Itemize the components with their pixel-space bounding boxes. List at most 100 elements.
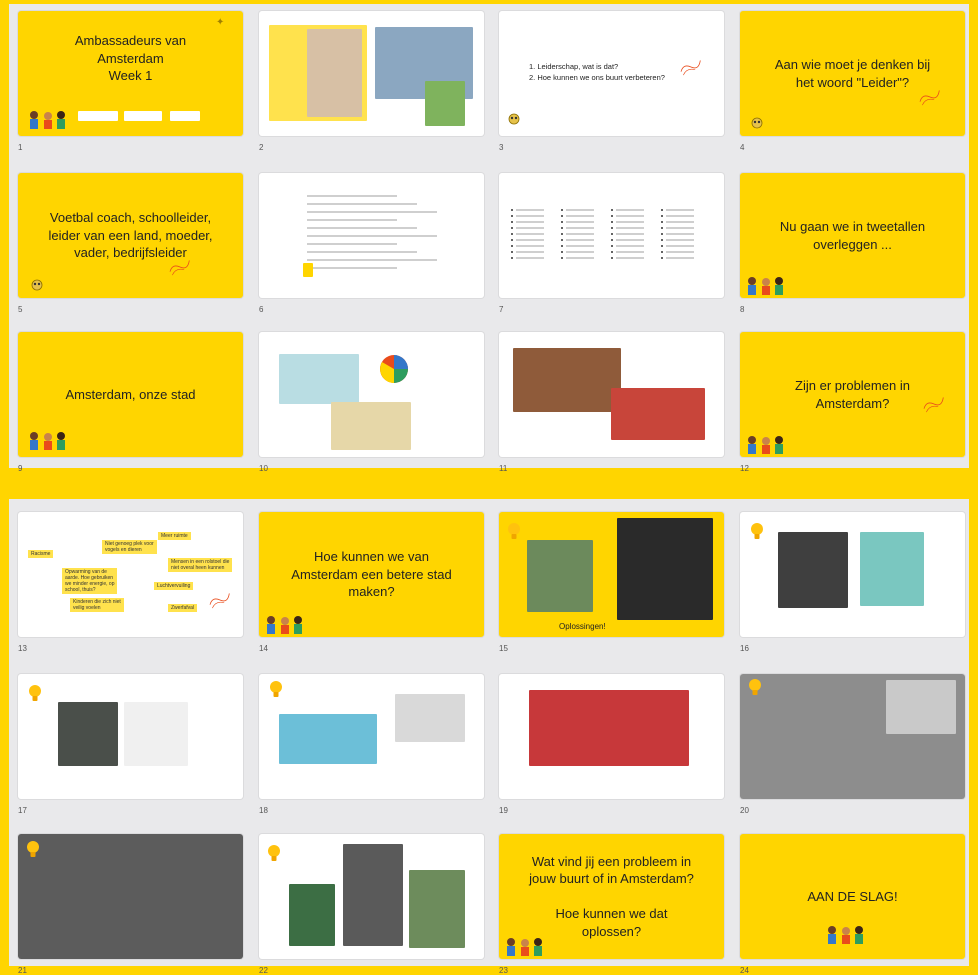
bullet-point xyxy=(511,245,513,247)
bullet-point xyxy=(561,215,563,217)
slide-number: 15 xyxy=(499,644,508,653)
slide-title: Voetbal coach, schoolleider, leider van … xyxy=(48,210,213,261)
slide-thumbnail-8[interactable]: Nu gaan we in tweetallen overleggen ... xyxy=(740,173,965,298)
kids-illustration xyxy=(744,273,786,298)
bullet-point xyxy=(611,227,613,229)
slide-number: 13 xyxy=(18,644,27,653)
slide-thumbnail-7[interactable] xyxy=(499,173,724,298)
bullet-point xyxy=(561,233,563,235)
list-item: 2. Hoe kunnen we ons buurt verbeteren? xyxy=(529,73,665,83)
partner-logo xyxy=(124,111,162,121)
partner-logo xyxy=(78,111,118,121)
slide-thumbnail-24[interactable]: AAN DE SLAG! xyxy=(740,834,965,959)
bullet-point xyxy=(661,251,663,253)
slide-thumbnail-13[interactable]: Meer ruimte Niet genoeg plek voor vogels … xyxy=(18,512,243,637)
slide-thumbnail-9[interactable]: Amsterdam, onze stad xyxy=(18,332,243,457)
map-illustration xyxy=(279,354,359,404)
slide-thumbnail-16[interactable] xyxy=(740,512,965,637)
bullet-point xyxy=(661,239,663,241)
slide-number: 24 xyxy=(740,966,749,975)
slide-thumbnail-12[interactable]: Zijn er problemen in Amsterdam? xyxy=(740,332,965,457)
list-line xyxy=(666,257,694,259)
list-item: 1. Leiderschap, wat is dat? xyxy=(529,62,619,71)
slide-thumbnail-22[interactable] xyxy=(259,834,484,959)
form-line xyxy=(307,259,437,261)
slide-thumbnail-21[interactable] xyxy=(18,834,243,959)
handwritten-note xyxy=(206,588,234,611)
bullet-point xyxy=(611,221,613,223)
letters-board-photo xyxy=(529,690,689,766)
owl-mascot-icon xyxy=(30,277,44,294)
slide-number: 23 xyxy=(499,966,508,975)
slide-number: 17 xyxy=(18,806,27,815)
artwork-photo xyxy=(860,532,924,606)
lightbulb-icon xyxy=(748,678,762,703)
slide-number: 14 xyxy=(259,644,268,653)
slide-thumbnail-2[interactable] xyxy=(259,11,484,136)
bullet-point xyxy=(661,227,663,229)
slide-thumbnail-19[interactable] xyxy=(499,674,724,799)
problem-chip: Meer ruimte xyxy=(158,532,191,540)
owl-mascot-icon xyxy=(750,115,764,132)
list-line xyxy=(666,227,694,229)
bullet-point xyxy=(511,227,513,229)
handwritten-note xyxy=(677,55,705,78)
form-line xyxy=(307,227,417,229)
list-line xyxy=(516,257,544,259)
slide-thumbnail-17[interactable] xyxy=(18,674,243,799)
list-line xyxy=(516,245,544,247)
lightbulb-icon xyxy=(26,840,40,865)
slide-number: 7 xyxy=(499,305,504,314)
list-line xyxy=(516,233,544,235)
slide-thumbnail-18[interactable] xyxy=(259,674,484,799)
list-line xyxy=(566,221,594,223)
sparkle-icon: ✦ xyxy=(216,17,225,28)
list-line xyxy=(666,233,694,235)
form-line xyxy=(307,195,397,197)
list-line xyxy=(516,239,544,241)
slide-thumbnail-6[interactable] xyxy=(259,173,484,298)
bullet-point xyxy=(611,233,613,235)
logo-badge xyxy=(303,263,313,277)
list-line xyxy=(616,227,644,229)
slide-number: 2 xyxy=(259,143,264,152)
slide-number: 19 xyxy=(499,806,508,815)
slide-thumbnail-14[interactable]: Hoe kunnen we van Amsterdam een betere s… xyxy=(259,512,484,637)
slide-thumbnail-4[interactable]: Aan wie moet je denken bij het woord "Le… xyxy=(740,11,965,136)
bullet-point xyxy=(561,221,563,223)
slide-thumbnail-23[interactable]: Wat vind jij een probleem in jouw buurt … xyxy=(499,834,724,959)
slide-thumbnail-10[interactable] xyxy=(259,332,484,457)
form-line xyxy=(307,243,397,245)
slide-number: 21 xyxy=(18,966,27,975)
bullet-point xyxy=(661,215,663,217)
bullet-point xyxy=(511,257,513,259)
slide-thumbnail-3[interactable]: 1. Leiderschap, wat is dat? 2. Hoe kunnen… xyxy=(499,11,724,136)
slide-number: 5 xyxy=(18,305,23,314)
artwork-photo xyxy=(778,532,848,608)
slide-number: 8 xyxy=(740,305,745,314)
list-line xyxy=(616,245,644,247)
lightbulb-icon xyxy=(269,680,283,705)
list-line xyxy=(666,245,694,247)
slide-title: Ambassadeurs van Amsterdam Week 1 xyxy=(74,33,187,84)
list-line xyxy=(566,239,594,241)
bullet-point xyxy=(561,257,563,259)
slide-thumbnail-11[interactable] xyxy=(499,332,724,457)
kids-illustration xyxy=(503,934,545,959)
slide-thumbnail-15[interactable]: Oplossingen! xyxy=(499,512,724,637)
list-line xyxy=(666,215,694,217)
bullet-point xyxy=(661,209,663,211)
kid-photo xyxy=(425,81,465,126)
slide-thumbnail-5[interactable]: Voetbal coach, schoolleider, leider van … xyxy=(18,173,243,298)
bullet-point xyxy=(611,209,613,211)
bullet-point xyxy=(661,221,663,223)
list-line xyxy=(666,209,694,211)
bullet-point xyxy=(561,209,563,211)
slide-thumbnail-1[interactable]: Ambassadeurs van Amsterdam Week 1 ✦ xyxy=(18,11,243,136)
list-line xyxy=(566,227,594,229)
slide-thumbnail-20[interactable] xyxy=(740,674,965,799)
cleanup-photo xyxy=(289,884,335,946)
form-screenshot xyxy=(299,187,449,287)
bullet-point xyxy=(511,209,513,211)
form-line xyxy=(307,203,417,205)
